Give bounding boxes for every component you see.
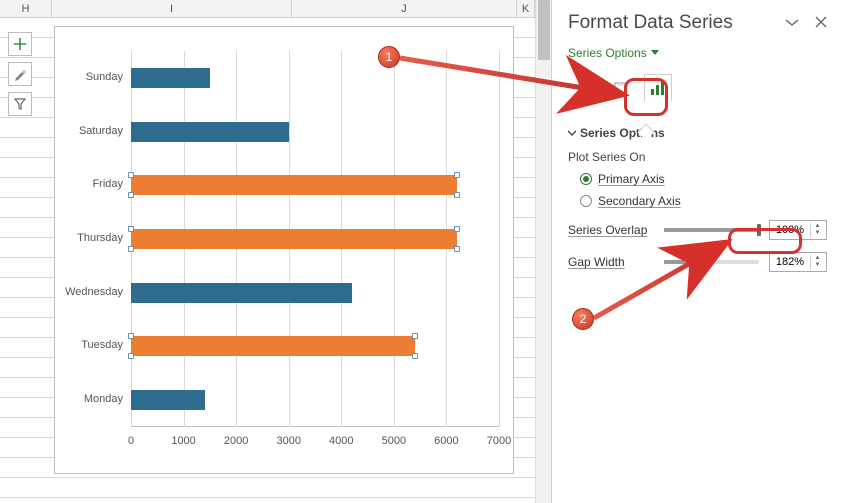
- selection-handle[interactable]: [454, 226, 460, 232]
- overlap-label: Series Overlap: [568, 223, 654, 237]
- radio-secondary-axis[interactable]: Secondary Axis: [580, 194, 827, 208]
- selection-handle[interactable]: [128, 192, 134, 198]
- x-tick-label: 5000: [382, 435, 406, 447]
- x-tick-label: 0: [128, 435, 134, 447]
- chart-filters-button[interactable]: [8, 92, 32, 116]
- col-header-j[interactable]: J: [292, 0, 517, 18]
- chart-object[interactable]: 0 1000 2000 3000 4000 5000 6000 7000 Sunday Satur…: [54, 26, 514, 474]
- chart-elements-button[interactable]: [8, 32, 32, 56]
- gap-spinner[interactable]: ▲▼: [769, 252, 827, 272]
- bar-series1[interactable]: [131, 390, 205, 410]
- bar-series2[interactable]: [131, 229, 457, 249]
- col-header-h[interactable]: H: [0, 0, 52, 18]
- series-options-icon: [649, 79, 667, 97]
- chart-element-buttons: [8, 32, 32, 116]
- selection-handle[interactable]: [128, 333, 134, 339]
- bar-series1[interactable]: [131, 122, 289, 142]
- x-axis: [131, 426, 499, 427]
- x-tick-label: 3000: [276, 435, 300, 447]
- plot-series-on-label: Plot Series On: [568, 150, 827, 164]
- paintbrush-icon: [13, 67, 27, 81]
- chart-styles-button[interactable]: [8, 62, 32, 86]
- category-label: Sunday: [86, 71, 123, 83]
- x-tick-label: 2000: [224, 435, 248, 447]
- dropdown-label: Series Options: [568, 46, 647, 60]
- pane-title: Format Data Series: [568, 12, 733, 34]
- category-label: Friday: [92, 178, 123, 190]
- series-overlap-row: Series Overlap ▲▼: [568, 220, 827, 240]
- col-header-i[interactable]: I: [52, 0, 292, 18]
- overlap-spinner[interactable]: ▲▼: [769, 220, 827, 240]
- selection-handle[interactable]: [454, 192, 460, 198]
- plus-icon: [13, 37, 27, 51]
- selection-handle[interactable]: [454, 172, 460, 178]
- effects-icon: [611, 79, 629, 97]
- bar-series1[interactable]: [131, 68, 210, 88]
- selection-handle[interactable]: [412, 353, 418, 359]
- plot-area[interactable]: 01000200030004000500060007000SundaySatur…: [131, 51, 499, 451]
- selection-handle[interactable]: [128, 353, 134, 359]
- bar-series2[interactable]: [131, 336, 415, 356]
- tab-effects[interactable]: [606, 74, 634, 102]
- gap-input[interactable]: [770, 256, 810, 268]
- chevron-down-icon[interactable]: [785, 15, 799, 31]
- tab-fill[interactable]: [568, 74, 596, 102]
- radio-icon: [580, 173, 592, 185]
- radio-primary-axis[interactable]: Primary Axis: [580, 172, 827, 186]
- selection-handle[interactable]: [454, 246, 460, 252]
- vertical-scrollbar[interactable]: [535, 0, 551, 503]
- tab-series-options[interactable]: [644, 74, 672, 102]
- selection-handle[interactable]: [128, 172, 134, 178]
- gridline: [499, 51, 500, 427]
- col-header-k[interactable]: K: [517, 0, 535, 18]
- selection-handle[interactable]: [128, 246, 134, 252]
- category-label: Monday: [84, 393, 123, 405]
- series-options-dropdown[interactable]: Series Options: [568, 46, 659, 60]
- x-tick-label: 7000: [487, 435, 511, 447]
- bar-series2[interactable]: [131, 175, 457, 195]
- section-header[interactable]: Series Options: [568, 126, 827, 140]
- category-label: Thursday: [77, 232, 123, 244]
- selection-handle[interactable]: [128, 226, 134, 232]
- gap-label: Gap Width: [568, 255, 654, 269]
- overlap-slider[interactable]: [664, 228, 759, 232]
- radio-icon: [580, 195, 592, 207]
- format-data-series-pane: Format Data Series Series Options: [551, 0, 843, 503]
- overlap-input[interactable]: [770, 224, 810, 236]
- x-tick-label: 4000: [329, 435, 353, 447]
- category-label: Wednesday: [65, 286, 123, 298]
- callout-2: 2: [572, 308, 594, 330]
- scrollbar-thumb[interactable]: [538, 0, 550, 60]
- x-tick-label: 1000: [171, 435, 195, 447]
- category-label: Saturday: [79, 125, 123, 137]
- column-headers: H I J K: [0, 0, 535, 18]
- close-icon[interactable]: [815, 15, 827, 31]
- funnel-icon: [13, 97, 27, 111]
- radio-label: Secondary Axis: [598, 194, 681, 208]
- x-tick-label: 6000: [434, 435, 458, 447]
- radio-label: Primary Axis: [598, 172, 665, 186]
- chevron-down-icon: [568, 129, 576, 137]
- callout-1: 1: [378, 46, 400, 68]
- options-tab-row: [568, 74, 827, 102]
- gap-width-row: Gap Width ▲▼: [568, 252, 827, 272]
- fill-icon: [573, 79, 591, 97]
- selection-handle[interactable]: [412, 333, 418, 339]
- category-label: Tuesday: [81, 339, 123, 351]
- bar-series1[interactable]: [131, 283, 352, 303]
- gap-slider[interactable]: [664, 260, 759, 264]
